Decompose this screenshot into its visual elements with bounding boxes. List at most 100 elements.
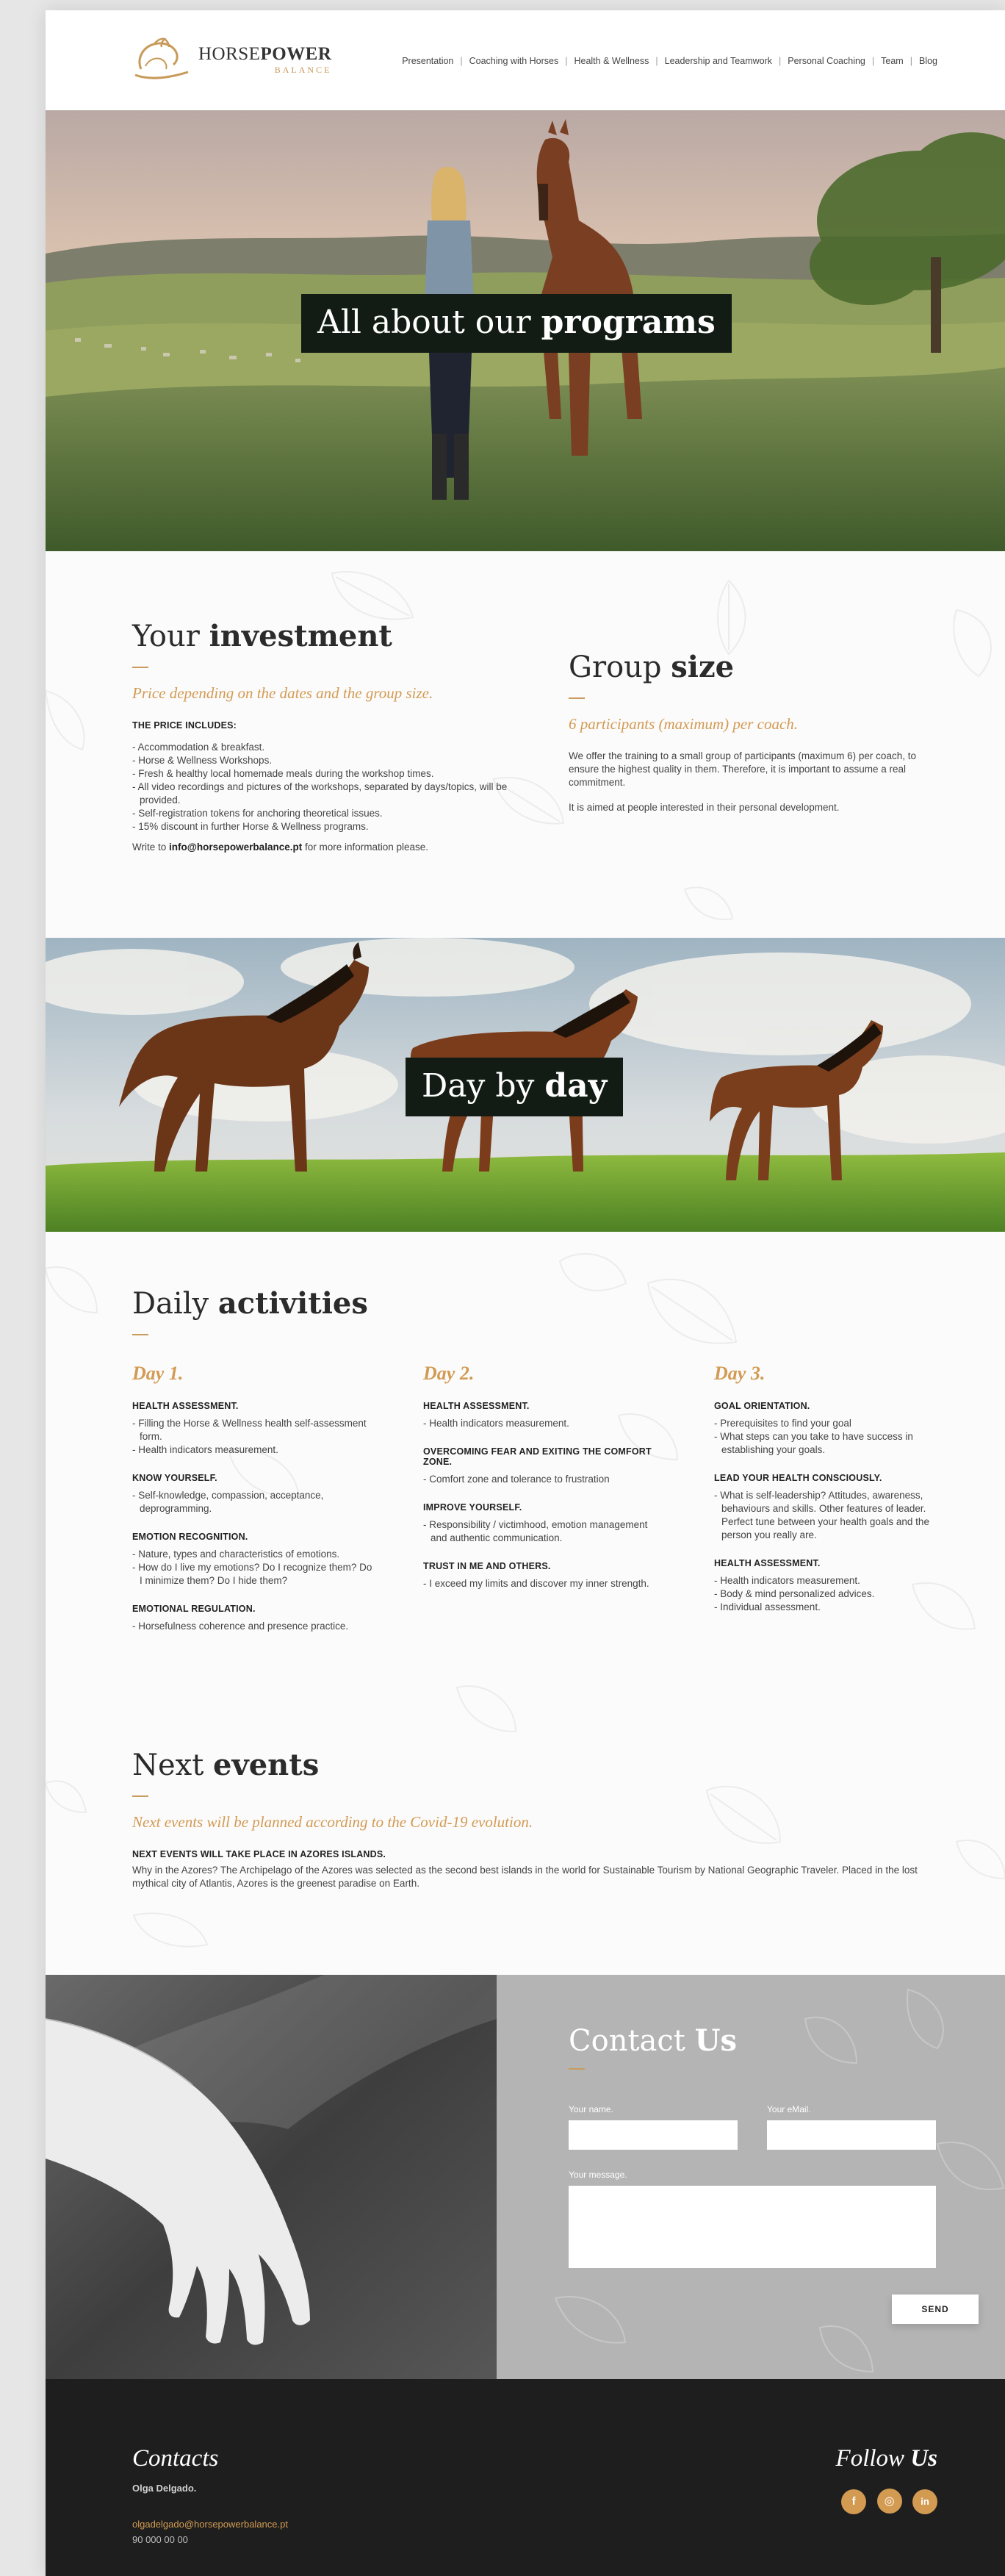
daily-heading-wrap: Daily activities <box>132 1286 368 1352</box>
day-3-column: Day 3. GOAL ORIENTATION. Prerequisites t… <box>714 1363 957 1630</box>
daily-heading-light: Daily <box>132 1287 218 1321</box>
heading-rule <box>132 1334 148 1335</box>
send-button[interactable]: SEND <box>892 2295 979 2324</box>
day-1-list: Nature, types and characteristics of emo… <box>132 1548 375 1587</box>
contact-heading-bold: Us <box>694 2023 737 2058</box>
day-banner-title-bold: day <box>544 1067 608 1105</box>
day-1-caption: EMOTION RECOGNITION. <box>132 1532 248 1542</box>
day-1-list: Filling the Horse & Wellness health self… <box>132 1417 375 1457</box>
investment-section: Your investment Price depending on the d… <box>46 551 1005 948</box>
brand-name-part1: HORSE <box>198 44 261 64</box>
footer-email-link[interactable]: olgadelgado@horsepowerbalance.pt <box>132 2519 288 2530</box>
list-item: Horse & Wellness Workshops. <box>132 754 514 767</box>
list-item: What is self-leadership? Attitudes, awar… <box>714 1489 957 1542</box>
heading-rule <box>132 667 148 668</box>
site-logo[interactable]: HORSEPOWER BALANCE <box>132 37 331 82</box>
day-banner: Day by day <box>46 938 1005 1232</box>
day-1-column: Day 1. HEALTH ASSESSMENT. Filling the Ho… <box>132 1363 375 1649</box>
site-footer: Contacts Olga Delgado. olgadelgado@horse… <box>46 2379 1005 2576</box>
events-text: Why in the Azores? The Archipelago of th… <box>132 1865 918 1889</box>
footer-person: Olga Delgado. <box>132 2483 197 2494</box>
nav-item-leadership-teamwork[interactable]: Leadership and Teamwork <box>665 56 772 66</box>
group-text-2: It is aimed at people interested in thei… <box>569 802 840 813</box>
daily-activities-section: Daily activities Day 1. HEALTH ASSESSMEN… <box>46 1232 1005 1975</box>
list-item: Prerequisites to find your goal <box>714 1417 957 1430</box>
day-3-caption: GOAL ORIENTATION. <box>714 1401 810 1411</box>
price-includes-list: Accommodation & breakfast. Horse & Welln… <box>132 741 514 833</box>
events-heading-bold: events <box>213 1748 320 1782</box>
email-input[interactable] <box>767 2120 936 2150</box>
name-input[interactable] <box>569 2120 738 2150</box>
brand-wordmark: HORSEPOWER BALANCE <box>198 45 331 74</box>
list-item: Comfort zone and tolerance to frustratio… <box>423 1473 666 1486</box>
nav-separator: | <box>779 56 782 66</box>
follow-us-light: Follow <box>835 2445 911 2472</box>
daily-heading-bold: activities <box>217 1286 368 1321</box>
investment-contact-text: Write to info@horsepowerbalance.pt for m… <box>132 841 514 854</box>
facebook-glyph: f <box>851 2495 856 2508</box>
day-3-list: Prerequisites to find your goal What ste… <box>714 1417 957 1457</box>
nav-item-personal-coaching[interactable]: Personal Coaching <box>788 56 865 66</box>
day-2-column: Day 2. HEALTH ASSESSMENT. Health indicat… <box>423 1363 666 1607</box>
events-block: Next events Next events will be planned … <box>132 1748 933 1890</box>
follow-us-title: Follow Us <box>834 2445 937 2472</box>
contact-heading: Contact Us <box>569 2023 737 2058</box>
list-item: All video recordings and pictures of the… <box>132 781 514 807</box>
hero-title-bold: programs <box>541 304 716 341</box>
group-text-1: We offer the training to a small group o… <box>569 750 916 788</box>
group-heading-bold: size <box>671 650 735 684</box>
day-2-caption: OVERCOMING FEAR AND EXITING THE COMFORT … <box>423 1446 652 1467</box>
day-1-caption: EMOTIONAL REGULATION. <box>132 1604 256 1614</box>
footer-contacts-title: Contacts <box>132 2445 219 2472</box>
day-1-list: Horsefulness coherence and presence prac… <box>132 1620 375 1633</box>
daily-heading: Daily activities <box>132 1286 368 1321</box>
message-field-group: Your message. <box>569 2170 936 2268</box>
investment-lead: Price depending on the dates and the gro… <box>132 684 433 702</box>
heading-rule <box>132 1795 148 1797</box>
day-1-caption: HEALTH ASSESSMENT. <box>132 1401 239 1411</box>
day-banner-title: Day by day <box>406 1058 624 1116</box>
list-item: Self-knowledge, compassion, acceptance, … <box>132 1489 375 1515</box>
contact-heading-light: Contact <box>569 2024 695 2058</box>
footer-follow: Follow Us f ◎ in <box>834 2445 937 2514</box>
list-item: Self-registration tokens for anchoring t… <box>132 807 514 820</box>
name-label: Your name. <box>569 2104 613 2114</box>
brand-tagline: BALANCE <box>274 65 332 75</box>
nav-separator: | <box>871 56 875 66</box>
day-3-title: Day 3. <box>714 1363 766 1384</box>
facebook-icon[interactable]: f <box>841 2489 867 2514</box>
investment-email-link[interactable]: info@horsepowerbalance.pt <box>169 842 302 853</box>
day-2-list: I exceed my limits and discover my inner… <box>423 1577 666 1590</box>
events-heading-light: Next <box>132 1748 214 1782</box>
hero-banner: All about our programs <box>46 110 1005 551</box>
footer-contacts: Contacts Olga Delgado. olgadelgado@horse… <box>132 2445 288 2545</box>
nav-item-team[interactable]: Team <box>881 56 904 66</box>
hero-title: All about our programs <box>301 294 732 353</box>
day-2-list: Comfort zone and tolerance to frustratio… <box>423 1473 666 1486</box>
group-column: Group size 6 participants (maximum) per … <box>569 650 936 814</box>
instagram-icon[interactable]: ◎ <box>876 2489 902 2514</box>
linkedin-icon[interactable]: in <box>912 2489 937 2514</box>
nav-separator: | <box>565 56 568 66</box>
day-3-caption: HEALTH ASSESSMENT. <box>714 1558 821 1568</box>
message-textarea[interactable] <box>569 2186 936 2268</box>
list-item: Filling the Horse & Wellness health self… <box>132 1417 375 1443</box>
day-2-caption: HEALTH ASSESSMENT. <box>423 1401 530 1411</box>
investment-heading: Your investment <box>132 619 514 653</box>
day-2-title: Day 2. <box>423 1363 475 1384</box>
nav-item-blog[interactable]: Blog <box>919 56 937 66</box>
main-nav: Presentation | Coaching with Horses | Heal… <box>402 56 937 66</box>
email-label: Your eMail. <box>767 2104 811 2114</box>
day-3-caption: LEAD YOUR HEALTH CONSCIOUSLY. <box>714 1473 882 1483</box>
list-item: Health indicators measurement. <box>423 1417 666 1430</box>
day-2-list: Health indicators measurement. <box>423 1417 666 1430</box>
page: HORSEPOWER BALANCE Presentation | Coachin… <box>46 10 1005 2576</box>
list-item: I exceed my limits and discover my inner… <box>423 1577 666 1590</box>
nav-item-presentation[interactable]: Presentation <box>402 56 453 66</box>
nav-item-coaching-with-horses[interactable]: Coaching with Horses <box>469 56 559 66</box>
hand-on-horse-photo <box>46 1975 497 2379</box>
events-caption: NEXT EVENTS WILL TAKE PLACE IN AZORES IS… <box>132 1849 386 1859</box>
group-heading-light: Group <box>569 650 671 684</box>
nav-item-health-wellness[interactable]: Health & Wellness <box>574 56 649 66</box>
day-3-list: What is self-leadership? Attitudes, awar… <box>714 1489 957 1542</box>
